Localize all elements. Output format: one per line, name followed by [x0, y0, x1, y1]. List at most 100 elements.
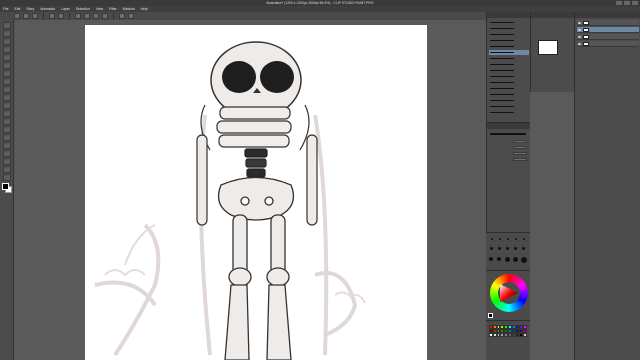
blend-icon[interactable]: [3, 110, 11, 117]
eye-icon[interactable]: [578, 36, 581, 38]
brush-item[interactable]: [489, 62, 529, 67]
brush-item[interactable]: [489, 38, 529, 43]
layer-item-selected[interactable]: [577, 27, 639, 33]
brush-item[interactable]: [489, 68, 529, 73]
eraser-icon[interactable]: [3, 102, 11, 109]
brush-size-field[interactable]: [513, 140, 527, 143]
color-set-panel: [486, 320, 530, 360]
decoration-icon[interactable]: [3, 94, 11, 101]
brush-item[interactable]: [489, 56, 529, 61]
brush-item-selected[interactable]: [489, 50, 529, 55]
clear-icon[interactable]: [75, 13, 81, 19]
main-color-swatch[interactable]: [2, 183, 9, 190]
size-dot[interactable]: [497, 257, 501, 261]
deselect-icon[interactable]: [93, 13, 99, 19]
eye-icon[interactable]: [578, 43, 581, 45]
move-icon[interactable]: [3, 30, 11, 37]
skeleton-illustration: [94, 41, 366, 360]
redo-icon[interactable]: [58, 13, 64, 19]
balloon-icon[interactable]: [3, 166, 11, 173]
brush-item[interactable]: [489, 98, 529, 103]
density-field[interactable]: [513, 152, 527, 155]
brush-item[interactable]: [489, 44, 529, 49]
size-dot[interactable]: [498, 247, 501, 250]
current-color-swatch[interactable]: [488, 313, 493, 318]
size-dot[interactable]: [514, 247, 517, 250]
layer-item[interactable]: [577, 20, 639, 26]
eyedropper-icon[interactable]: [3, 54, 11, 61]
panel-header: [531, 12, 574, 18]
zoom-icon[interactable]: [3, 22, 11, 29]
size-dot[interactable]: [515, 238, 517, 240]
open-file-icon[interactable]: [23, 13, 29, 19]
brush-preview: [489, 131, 529, 136]
legs: [224, 214, 292, 360]
new-file-icon[interactable]: [14, 13, 20, 19]
stabilization-row[interactable]: [489, 157, 529, 162]
settings-icon[interactable]: [119, 13, 125, 19]
brush-item[interactable]: [489, 26, 529, 31]
size-dot[interactable]: [490, 247, 493, 250]
stabilization-field[interactable]: [513, 158, 527, 161]
layer-thumbnail: [583, 21, 589, 25]
figure-icon[interactable]: [3, 134, 11, 141]
brush-item[interactable]: [489, 80, 529, 85]
app-window: Illustration* (1200 x 1200px 300dpi 66.6…: [0, 0, 640, 360]
opacity-row[interactable]: [489, 145, 529, 150]
eye-icon[interactable]: [578, 29, 581, 31]
pencil-icon[interactable]: [3, 70, 11, 77]
drawing-canvas[interactable]: [85, 25, 427, 360]
size-dot[interactable]: [499, 238, 501, 240]
undo-icon[interactable]: [49, 13, 55, 19]
size-dot[interactable]: [507, 238, 509, 240]
size-dot[interactable]: [506, 247, 509, 250]
brush-size-row[interactable]: [489, 139, 529, 144]
ruler-icon[interactable]: [3, 150, 11, 157]
panel-header: [575, 12, 640, 18]
brush-item[interactable]: [489, 20, 529, 25]
color-swatch[interactable]: [523, 333, 527, 337]
navigator-thumbnail[interactable]: [538, 40, 558, 55]
selection-icon[interactable]: [3, 38, 11, 45]
layer-item[interactable]: [577, 41, 639, 47]
brush-item[interactable]: [489, 86, 529, 91]
size-dot[interactable]: [523, 238, 525, 240]
color-wheel[interactable]: [490, 274, 528, 312]
save-icon[interactable]: [32, 13, 38, 19]
fill-icon[interactable]: [3, 118, 11, 125]
size-dot[interactable]: [521, 257, 527, 263]
layer-item[interactable]: [577, 34, 639, 40]
brush-item[interactable]: [489, 92, 529, 97]
brush-icon[interactable]: [3, 78, 11, 85]
frame-icon[interactable]: [3, 142, 11, 149]
command-bar: [0, 12, 486, 20]
size-dot[interactable]: [489, 257, 493, 261]
pen-icon[interactable]: [3, 62, 11, 69]
size-dot[interactable]: [513, 257, 518, 262]
size-dot[interactable]: [491, 238, 493, 240]
snap-icon[interactable]: [102, 13, 108, 19]
brush-item[interactable]: [489, 104, 529, 109]
lasso-icon[interactable]: [3, 46, 11, 53]
transform-icon[interactable]: [84, 13, 90, 19]
airbrush-icon[interactable]: [3, 86, 11, 93]
gradient-icon[interactable]: [3, 126, 11, 133]
brush-item[interactable]: [489, 32, 529, 37]
panel-header: [487, 123, 530, 129]
brush-item[interactable]: [489, 74, 529, 79]
correct-line-icon[interactable]: [3, 174, 11, 181]
density-row[interactable]: [489, 151, 529, 156]
eye-icon[interactable]: [578, 22, 581, 24]
clip-studio-icon[interactable]: [128, 13, 134, 19]
size-dot[interactable]: [505, 257, 510, 262]
canvas-workspace: [14, 20, 486, 360]
navigator-panel: [530, 12, 574, 92]
text-icon[interactable]: [3, 158, 11, 165]
size-dot[interactable]: [522, 247, 525, 250]
close-button[interactable]: [632, 1, 638, 5]
minimize-button[interactable]: [616, 1, 622, 5]
maximize-button[interactable]: [624, 1, 630, 5]
opacity-field[interactable]: [513, 146, 527, 149]
brush-item[interactable]: [489, 110, 529, 115]
tool-palette: [0, 20, 14, 360]
